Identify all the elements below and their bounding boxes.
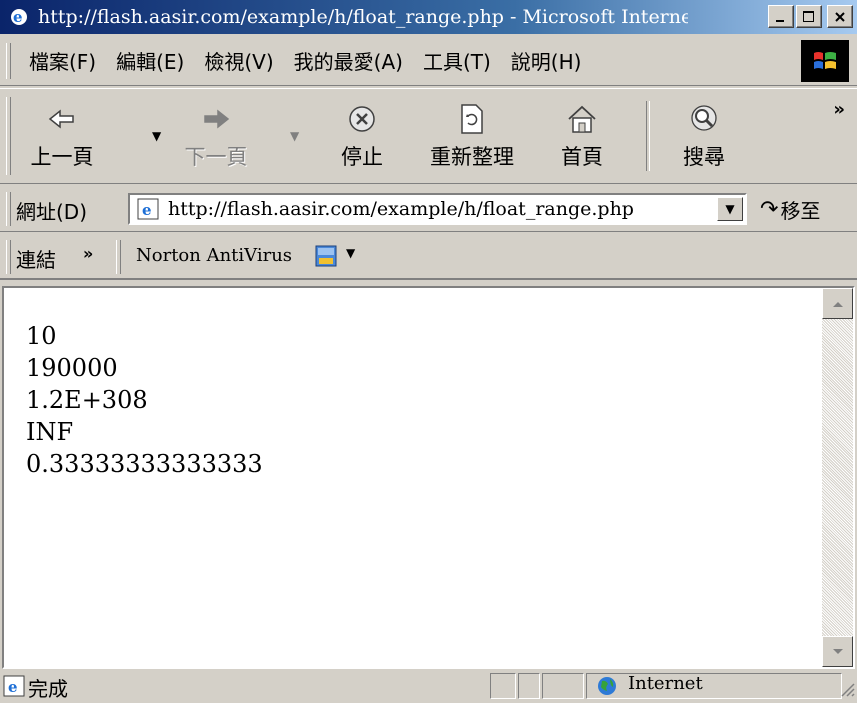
scroll-up-icon	[832, 301, 843, 307]
security-zone-label: Internet	[628, 673, 703, 694]
links-bar: 連結 » Norton AntiVirus ▼	[0, 234, 857, 280]
content-frame: 10 190000 1.2E+308 INF 0.33333333333333	[2, 286, 855, 669]
go-label: 移至	[780, 198, 821, 223]
status-main-panel	[0, 673, 488, 699]
search-button[interactable]: 搜尋	[664, 95, 744, 177]
stop-button[interactable]: 停止	[322, 95, 402, 177]
norton-antivirus-label[interactable]: Norton AntiVirus	[136, 245, 292, 266]
links-grip[interactable]	[6, 240, 11, 274]
page-content: 10 190000 1.2E+308 INF 0.33333333333333	[4, 288, 822, 667]
minimize-button[interactable]	[768, 5, 794, 28]
forward-button[interactable]: 下一頁	[176, 95, 256, 177]
address-label: 網址(D)	[16, 200, 88, 224]
close-button[interactable]	[827, 5, 853, 28]
refresh-icon	[459, 97, 485, 141]
vertical-scrollbar[interactable]	[822, 288, 853, 667]
window-title: http://flash.aasir.com/example/h/float_r…	[38, 6, 688, 28]
menu-tools[interactable]: 工具(T)	[413, 46, 501, 75]
search-icon	[688, 97, 720, 141]
stop-icon	[347, 97, 377, 141]
home-button[interactable]: 首頁	[542, 95, 622, 177]
status-panel-zone	[586, 673, 842, 699]
links-chevron-icon[interactable]: »	[83, 244, 93, 263]
chevron-down-icon: ▼	[725, 202, 735, 216]
forward-arrow-icon	[201, 97, 231, 141]
minimize-icon	[776, 19, 784, 22]
menu-edit[interactable]: 編輯(E)	[106, 46, 194, 75]
scroll-down-button[interactable]	[822, 636, 853, 667]
scroll-up-button[interactable]	[822, 288, 853, 319]
close-icon	[835, 11, 845, 22]
menu-file[interactable]: 檔案(F)	[19, 46, 106, 75]
menu-help[interactable]: 說明(H)	[501, 46, 592, 75]
back-arrow-icon	[47, 97, 77, 141]
links-separator[interactable]	[116, 240, 121, 274]
address-dropdown-button[interactable]: ▼	[717, 197, 743, 221]
status-panel-progress	[490, 673, 516, 699]
title-bar[interactable]: e http://flash.aasir.com/example/h/float…	[0, 0, 857, 34]
home-label: 首頁	[561, 145, 603, 169]
refresh-label: 重新整理	[430, 145, 514, 169]
norton-dropdown-icon[interactable]: ▼	[346, 246, 355, 260]
links-label[interactable]: 連結	[16, 244, 56, 273]
output-line: 190000	[26, 354, 118, 382]
toolbar-separator	[646, 101, 650, 171]
status-bar: e 完成 Internet	[0, 671, 857, 701]
standard-toolbar: 上一頁 ▼ 下一頁 ▼ 停止 重新整理 首頁 搜尋 »	[0, 88, 857, 184]
address-grip[interactable]	[6, 192, 11, 226]
output-line: INF	[26, 418, 74, 446]
svg-text:e: e	[142, 201, 152, 219]
stop-label: 停止	[341, 145, 383, 169]
output-line: 10	[26, 322, 57, 350]
address-box[interactable]: e ▼	[128, 193, 747, 225]
internet-globe-icon	[596, 675, 618, 702]
menu-view[interactable]: 檢視(V)	[194, 46, 283, 75]
toolbar-chevron-icon[interactable]: »	[833, 99, 845, 120]
go-button[interactable]: ↷ 移至	[760, 192, 820, 226]
norton-antivirus-icon[interactable]	[314, 244, 338, 268]
svg-text:e: e	[13, 8, 23, 26]
status-panel-lock	[518, 673, 540, 699]
menu-bar: 檔案(F) 編輯(E) 檢視(V) 我的最愛(A) 工具(T) 說明(H)	[0, 36, 857, 86]
output-line: 0.33333333333333	[26, 450, 263, 478]
scroll-down-icon	[832, 648, 843, 654]
menu-favorites[interactable]: 我的最愛(A)	[284, 46, 413, 75]
resize-grip-icon[interactable]	[839, 679, 855, 703]
windows-logo-icon	[801, 40, 849, 82]
page-ie-icon: e	[136, 197, 160, 221]
refresh-button[interactable]: 重新整理	[422, 95, 522, 177]
menu-grip[interactable]	[6, 42, 11, 79]
forward-dropdown-icon[interactable]: ▼	[290, 129, 299, 143]
forward-label: 下一頁	[184, 145, 248, 169]
address-bar: 網址(D) e ▼ ↷ 移至	[0, 186, 857, 232]
maximize-icon	[803, 10, 814, 22]
home-icon	[566, 97, 598, 141]
status-panel-blank	[542, 673, 584, 699]
back-button[interactable]: 上一頁	[22, 95, 102, 177]
address-input[interactable]	[168, 198, 688, 220]
output-line: 1.2E+308	[26, 386, 148, 414]
toolbar-grip[interactable]	[6, 97, 11, 175]
back-label: 上一頁	[30, 145, 94, 169]
ie-app-icon[interactable]: e	[8, 6, 30, 28]
go-arrow-icon: ↷	[760, 196, 779, 222]
search-label: 搜尋	[683, 145, 725, 169]
maximize-button[interactable]	[796, 5, 822, 28]
back-dropdown-icon[interactable]: ▼	[152, 129, 161, 143]
